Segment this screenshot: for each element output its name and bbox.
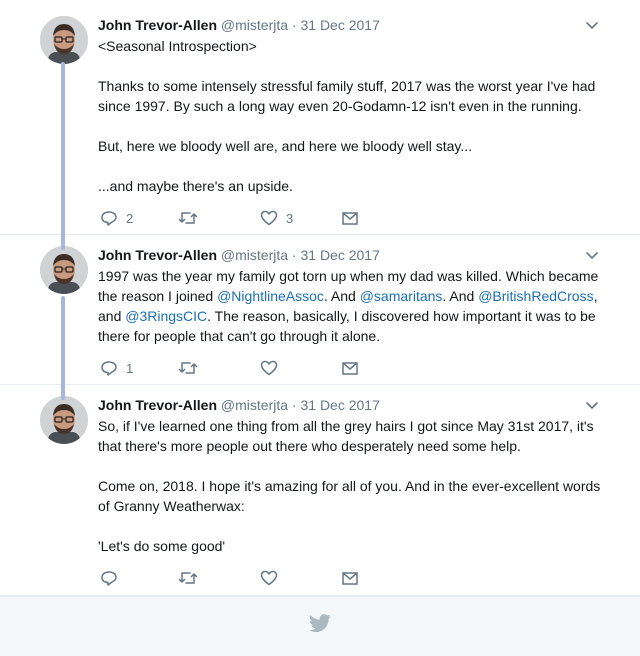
- avatar[interactable]: [40, 246, 88, 294]
- reply-icon: [100, 209, 118, 227]
- author-name[interactable]: John Trevor-Allen: [98, 247, 217, 263]
- retweet-button[interactable]: [178, 568, 206, 588]
- retweet-icon: [178, 359, 198, 377]
- retweet-icon: [178, 209, 198, 227]
- author-handle[interactable]: @misterjta: [221, 247, 288, 263]
- thread-connector: [61, 62, 65, 250]
- tweet[interactable]: John Trevor-Allen @misterjta · 31 Dec 20…: [0, 0, 640, 235]
- avatar[interactable]: [40, 16, 88, 64]
- separator: ·: [291, 397, 297, 413]
- chevron-down-icon[interactable]: [584, 398, 600, 414]
- text-fragment: . And: [323, 288, 360, 304]
- tweet-date[interactable]: 31 Dec 2017: [300, 17, 379, 33]
- tweet-paragraph: 'Let's do some good': [98, 538, 226, 554]
- heart-icon: [260, 359, 278, 377]
- tweet-paragraph: <Seasonal Introspection>: [98, 38, 257, 54]
- like-button[interactable]: [260, 358, 286, 378]
- separator: ·: [291, 247, 297, 263]
- mention-link[interactable]: @3RingsCIC: [125, 308, 207, 324]
- dm-button[interactable]: [341, 208, 359, 228]
- author-name[interactable]: John Trevor-Allen: [98, 17, 217, 33]
- mention-link[interactable]: @samaritans: [360, 288, 443, 304]
- tweet-paragraph: 1997 was the year my family got torn up …: [98, 266, 608, 346]
- tweet-text: 1997 was the year my family got torn up …: [98, 266, 608, 346]
- chevron-down-icon[interactable]: [584, 248, 600, 264]
- dm-button[interactable]: [341, 568, 359, 588]
- tweet[interactable]: John Trevor-Allen @misterjta · 31 Dec 20…: [0, 235, 640, 385]
- text-fragment: . And: [442, 288, 479, 304]
- tweet-header: John Trevor-Allen @misterjta · 31 Dec 20…: [98, 15, 600, 35]
- reply-icon: [100, 359, 118, 377]
- author-handle[interactable]: @misterjta: [221, 397, 288, 413]
- embed-footer: [0, 596, 640, 656]
- reply-button[interactable]: 2: [100, 208, 133, 228]
- reply-button[interactable]: [100, 568, 126, 588]
- author-name[interactable]: John Trevor-Allen: [98, 397, 217, 413]
- mention-link[interactable]: @NightlineAssoc: [217, 288, 324, 304]
- tweet-paragraph: Thanks to some intensely stressful famil…: [98, 78, 596, 114]
- tweet-paragraph: So, if I've learned one thing from all t…: [98, 418, 594, 454]
- reply-count: 2: [126, 210, 134, 226]
- tweet-header: John Trevor-Allen @misterjta · 31 Dec 20…: [98, 395, 600, 415]
- envelope-icon: [341, 209, 359, 227]
- tweet-text: So, if I've learned one thing from all t…: [98, 416, 608, 556]
- tweet-thread: John Trevor-Allen @misterjta · 31 Dec 20…: [0, 0, 640, 656]
- tweet-paragraph: Come on, 2018. I hope it's amazing for a…: [98, 478, 601, 514]
- tweet-paragraph: ...and maybe there's an upside.: [98, 178, 293, 194]
- like-count: 3: [286, 210, 294, 226]
- tweet-date[interactable]: 31 Dec 2017: [300, 397, 379, 413]
- dm-button[interactable]: [341, 358, 359, 378]
- envelope-icon: [341, 569, 359, 587]
- tweet-header: John Trevor-Allen @misterjta · 31 Dec 20…: [98, 245, 600, 265]
- tweet-date[interactable]: 31 Dec 2017: [300, 247, 379, 263]
- reply-button[interactable]: 1: [100, 358, 133, 378]
- thread-connector: [61, 296, 65, 400]
- tweet[interactable]: John Trevor-Allen @misterjta · 31 Dec 20…: [0, 385, 640, 596]
- mention-link[interactable]: @BritishRedCross: [478, 288, 593, 304]
- envelope-icon: [341, 359, 359, 377]
- retweet-icon: [178, 569, 198, 587]
- tweet-text: <Seasonal Introspection> Thanks to some …: [98, 36, 608, 196]
- author-handle[interactable]: @misterjta: [221, 17, 288, 33]
- avatar[interactable]: [40, 396, 88, 444]
- heart-icon: [260, 569, 278, 587]
- like-button[interactable]: [260, 568, 286, 588]
- heart-icon: [260, 209, 278, 227]
- like-button[interactable]: 3: [260, 208, 293, 228]
- twitter-bird-icon[interactable]: [308, 614, 332, 639]
- retweet-button[interactable]: [178, 358, 206, 378]
- reply-icon: [100, 569, 118, 587]
- chevron-down-icon[interactable]: [584, 18, 600, 34]
- separator: ·: [291, 17, 297, 33]
- reply-count: 1: [126, 360, 134, 376]
- tweet-paragraph: But, here we bloody well are, and here w…: [98, 138, 473, 154]
- retweet-button[interactable]: [178, 208, 206, 228]
